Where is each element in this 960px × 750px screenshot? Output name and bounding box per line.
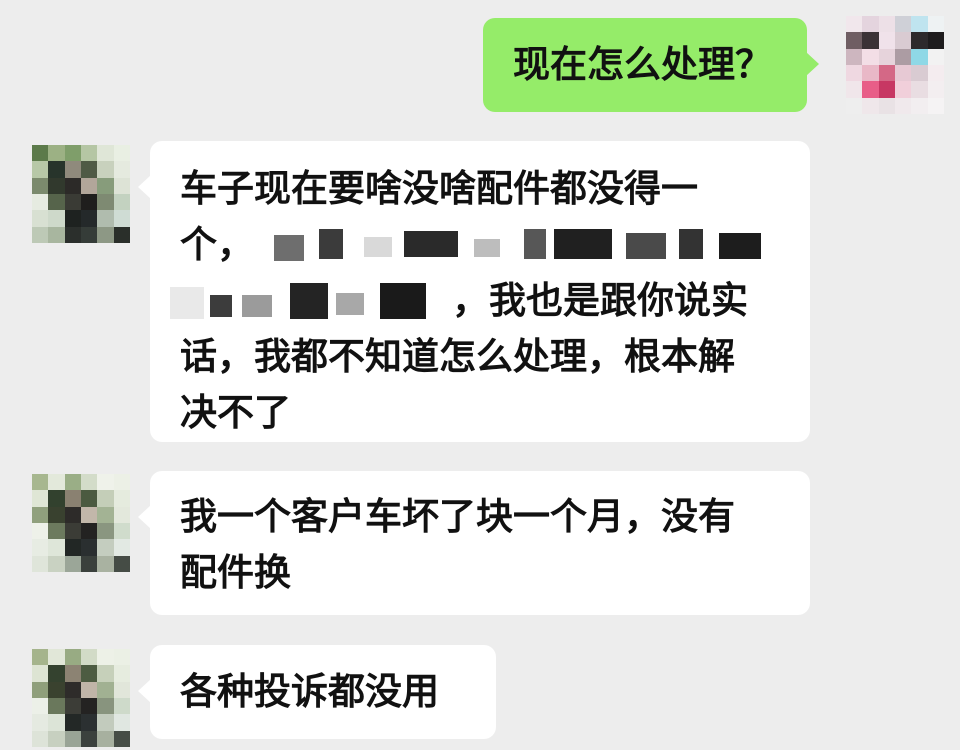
contact-avatar[interactable] bbox=[32, 474, 130, 572]
incoming-message-bubble[interactable]: 我一个客户车坏了块一个月，没有 配件换 bbox=[138, 471, 810, 615]
self-avatar[interactable] bbox=[846, 16, 944, 114]
contact-avatar[interactable] bbox=[32, 145, 130, 243]
message-text-line: 配件换 bbox=[180, 551, 291, 594]
redacted-text-block bbox=[254, 225, 774, 269]
message-text-line: ，我也是跟你说实 bbox=[170, 273, 810, 329]
redacted-text-block bbox=[170, 281, 452, 325]
message-text-fragment: ，我也是跟你说实 bbox=[452, 279, 748, 322]
message-text-line: 现在怎么处理？ bbox=[513, 43, 772, 86]
message-text-line: 我一个客户车坏了块一个月，没有 bbox=[180, 495, 735, 538]
message-text-line: 个， bbox=[180, 217, 810, 273]
contact-avatar[interactable] bbox=[32, 649, 130, 747]
message-text-line: 各种投诉都没用 bbox=[180, 670, 439, 713]
incoming-message-bubble[interactable]: 车子现在要啥没啥配件都没得一 个， ，我也是跟你说实 话，我都不知道怎么处理，根… bbox=[138, 141, 810, 442]
outgoing-message-bubble[interactable]: 现在怎么处理？ bbox=[483, 18, 819, 112]
message-text-line: 话，我都不知道怎么处理，根本解 bbox=[180, 335, 735, 378]
message-text-line: 决不了 bbox=[180, 391, 291, 434]
incoming-message-bubble[interactable]: 各种投诉都没用 bbox=[138, 645, 496, 739]
message-text-line: 车子现在要啥没啥配件都没得一 bbox=[180, 167, 698, 210]
message-text-fragment: 个， bbox=[180, 223, 254, 266]
chat-conversation: 现在怎么处理？ 车子现在要啥没啥配件都没得一 个， ，我也是跟你说实 话，我都不… bbox=[0, 0, 960, 750]
